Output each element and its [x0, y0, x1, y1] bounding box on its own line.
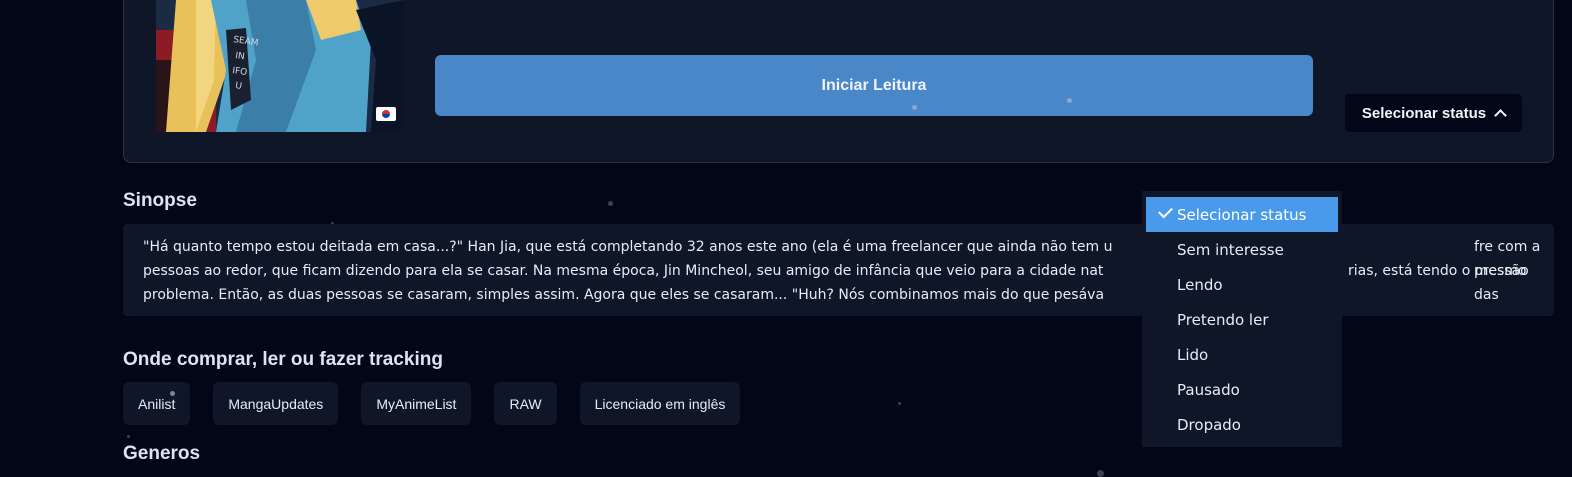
status-option-select[interactable]: Selecionar status: [1146, 197, 1338, 232]
synopsis-line-end: rias, está tendo o mesmo: [1348, 263, 1527, 279]
background-star: [170, 391, 175, 396]
status-option-label: Dropado: [1177, 415, 1241, 434]
status-option-paused[interactable]: Pausado: [1146, 372, 1338, 407]
status-option-dropped[interactable]: Dropado: [1146, 407, 1338, 442]
status-option-label: Sem interesse: [1177, 240, 1284, 259]
status-option-label: Selecionar status: [1177, 205, 1307, 224]
cover-art: SEAM IN IFO U: [156, 0, 404, 132]
manga-detail-page: SEAM IN IFO U Iniciar Leitura Selecionar…: [0, 0, 1572, 477]
background-star: [1067, 98, 1072, 103]
status-option-no-interest[interactable]: Sem interesse: [1146, 232, 1338, 267]
select-status-button[interactable]: Selecionar status: [1345, 94, 1522, 132]
link-anilist[interactable]: Anilist: [123, 382, 191, 425]
background-star: [1097, 470, 1104, 477]
background-star: [608, 201, 613, 206]
link-licensed-english[interactable]: Licenciado em inglês: [579, 382, 741, 425]
synopsis-heading: Sinopse: [123, 190, 197, 211]
where-to-buy-heading: Onde comprar, ler ou fazer tracking: [123, 349, 443, 370]
status-option-read[interactable]: Lido: [1146, 337, 1338, 372]
background-star: [912, 105, 917, 110]
start-reading-label: Iniciar Leitura: [821, 76, 927, 94]
start-reading-button[interactable]: Iniciar Leitura: [435, 55, 1313, 116]
status-dropdown-menu: Selecionar status Sem interesse Lendo Pr…: [1142, 191, 1342, 447]
external-links: Anilist MangaUpdates MyAnimeList RAW Lic…: [123, 382, 741, 425]
status-option-label: Lido: [1177, 345, 1209, 364]
status-option-label: Pausado: [1177, 380, 1240, 399]
status-option-label: Lendo: [1177, 275, 1223, 294]
link-mangaupdates[interactable]: MangaUpdates: [213, 382, 339, 425]
svg-text:IN: IN: [235, 51, 246, 62]
south-korea-flag-icon: [376, 107, 396, 121]
select-status-label: Selecionar status: [1361, 104, 1487, 122]
status-option-label: Pretendo ler: [1177, 310, 1269, 329]
genres-heading: Generos: [123, 443, 201, 464]
status-option-reading[interactable]: Lendo: [1146, 267, 1338, 302]
cover-image: SEAM IN IFO U: [156, 0, 404, 132]
background-star: [127, 435, 130, 438]
check-icon: [1158, 203, 1173, 219]
svg-text:U: U: [235, 81, 243, 92]
status-option-plan-to-read[interactable]: Pretendo ler: [1146, 302, 1338, 337]
background-star: [898, 402, 901, 405]
svg-text:IFO: IFO: [232, 66, 248, 78]
chevron-up-icon: [1494, 108, 1507, 122]
link-myanimelist[interactable]: MyAnimeList: [361, 382, 472, 425]
link-raw[interactable]: RAW: [494, 382, 557, 425]
